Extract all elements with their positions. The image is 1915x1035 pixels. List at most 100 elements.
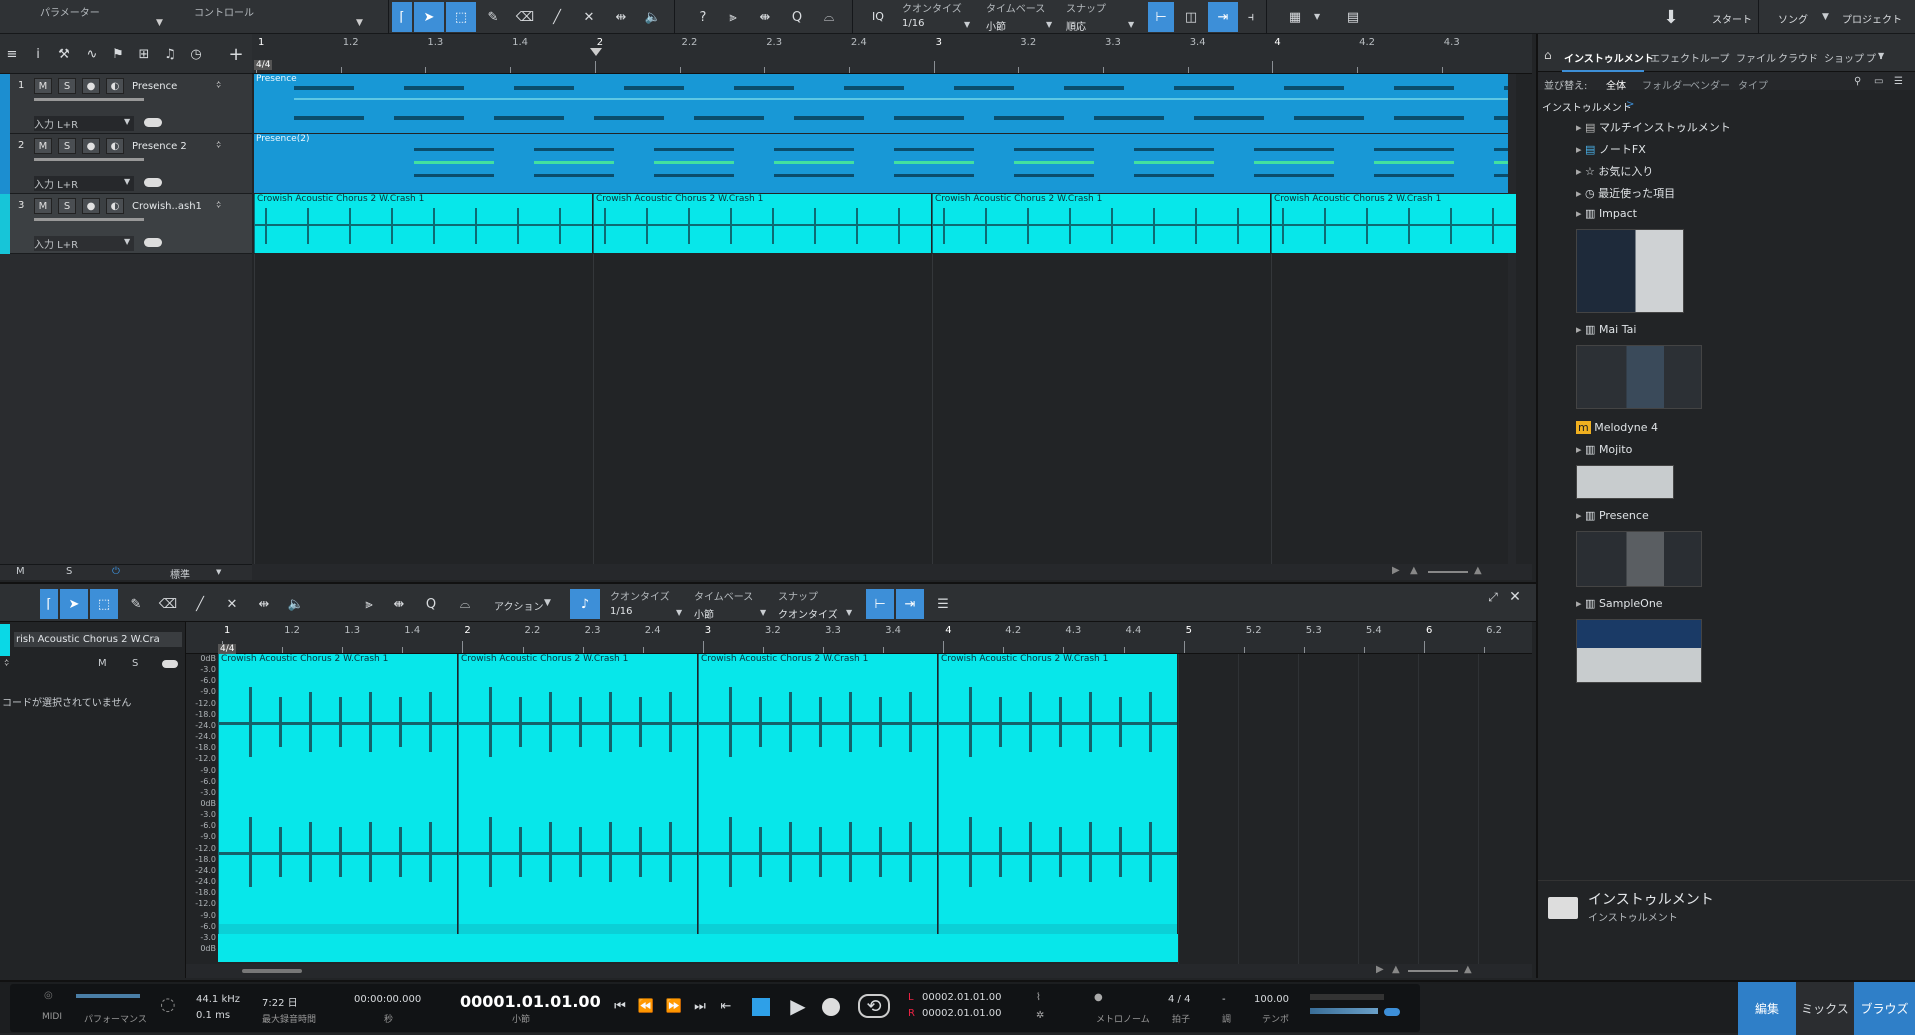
bars-display[interactable]: 00001.01.01.00 (460, 992, 601, 1011)
arrow-tool-button[interactable]: ➤ (60, 589, 88, 619)
track-name[interactable]: Crowish..ash1 (132, 201, 202, 212)
expand-icon[interactable]: ▸ (1576, 121, 1582, 134)
quantize-select[interactable]: 1/16 (610, 606, 632, 617)
audio-clip[interactable]: Crowish Acoustic Chorus 2 W.Crash 1 (218, 654, 457, 934)
track-height-select[interactable]: 標準 (170, 566, 190, 581)
monitor-button[interactable]: ◐ (106, 198, 124, 214)
chevron-down-icon[interactable]: ▼ (1046, 20, 1052, 29)
monitor-button[interactable]: ◐ (106, 138, 124, 154)
midi-icon[interactable]: ◎ (44, 990, 53, 1001)
chevron-down-icon[interactable]: ▼ (846, 608, 852, 617)
volume-fader[interactable] (34, 98, 144, 101)
snap-grid-button[interactable]: ◫ (1178, 2, 1204, 32)
mix-view-button[interactable]: ミックス (1796, 982, 1854, 1035)
sort-type[interactable]: タイプ (1738, 77, 1768, 92)
tempo-display[interactable]: 100.00 (1254, 994, 1289, 1005)
sampleone-thumbnail[interactable] (1576, 619, 1702, 683)
volume-fader[interactable] (34, 218, 144, 221)
speaker-tool-button[interactable]: 🔈 (638, 2, 668, 32)
timeline-ruler[interactable]: 1 1.2 1.3 1.4 2 2.2 2.3 2.4 3 3.2 3.3 3.4 4 4.2 4.3 (252, 34, 1532, 74)
play-arrow-icon[interactable]: ▶ (1376, 964, 1384, 975)
search-icon[interactable]: ⚲ (1854, 76, 1861, 87)
paint-tool-button[interactable]: ╱ (542, 2, 572, 32)
menu-icon[interactable]: ≡ (2, 44, 22, 64)
toggle-icon[interactable] (162, 660, 178, 668)
browser-item-mojito[interactable]: ▸ ▥ Mojito (1576, 443, 1632, 456)
marker-icon[interactable]: ⚑ (108, 44, 128, 64)
chevron-down-icon[interactable]: ▼ (356, 18, 363, 28)
browser-item-mai-tai[interactable]: ▸ ▥ Mai Tai (1576, 323, 1636, 336)
audio-clip[interactable]: Crowish Acoustic Chorus 2 W.Crash 1 (938, 654, 1177, 934)
mai-tai-thumbnail[interactable] (1576, 345, 1702, 409)
impact-thumbnail[interactable] (1576, 229, 1684, 313)
audio-clip[interactable]: Crowish Acoustic Chorus 2 W.Crash 1 (932, 194, 1270, 253)
toggle-icon[interactable] (144, 118, 162, 127)
automation-icon[interactable]: ∿ (82, 44, 102, 64)
stop-button[interactable] (752, 998, 770, 1016)
audio-clip[interactable]: Crowish Acoustic Chorus 2 W.Crash 1 (593, 194, 931, 253)
chevron-down-icon[interactable]: ▼ (124, 177, 130, 186)
input-select[interactable]: 入力 L+R (34, 236, 134, 251)
bracket-tool-icon[interactable]: ⌈ (392, 2, 412, 32)
record-arm-button[interactable]: ● (82, 138, 100, 154)
browser-item-multi-instrument[interactable]: ▸ ▤ マルチインストゥルメント (1576, 119, 1731, 135)
arrow-tool-button[interactable]: ➤ (414, 2, 444, 32)
mute-tool-button[interactable]: ✕ (218, 589, 246, 619)
paint-tool-button[interactable]: ╱ (186, 589, 214, 619)
iq-button[interactable]: ♪ (570, 589, 600, 619)
pencil-tool-button[interactable]: ✎ (122, 589, 150, 619)
browser-item-sampleone[interactable]: ▸ ▥ SampleOne (1576, 597, 1663, 610)
snap-select[interactable]: クオンタイズ (778, 606, 838, 621)
seconds-display[interactable]: 00:00:00.000 (354, 994, 421, 1005)
bracket-tool-icon[interactable]: ⌈ (40, 589, 58, 619)
list-icon[interactable]: ☰ (1894, 76, 1903, 87)
solo-button[interactable]: S (58, 138, 76, 154)
tab-cloud[interactable]: クラウド (1778, 50, 1818, 65)
chevron-down-icon[interactable]: ▼ (156, 18, 163, 28)
solo-button[interactable]: S (132, 658, 138, 669)
eraser-tool-button[interactable]: ⌫ (154, 589, 182, 619)
tab-shop[interactable]: ショップ (1824, 50, 1864, 65)
audiobend-icon[interactable]: ⌓ (452, 589, 478, 619)
quantize-q-icon[interactable]: Q (784, 2, 810, 32)
key-display[interactable]: - (1222, 994, 1226, 1005)
sort-folder[interactable]: フォルダー (1642, 77, 1692, 92)
zoom-in-icon[interactable]: ▲ (1464, 964, 1472, 975)
chevron-down-icon[interactable]: ▼ (676, 608, 682, 617)
record-button[interactable] (822, 998, 840, 1016)
download-icon[interactable]: ⬇ (1654, 2, 1688, 32)
tab-instruments[interactable]: インストゥルメント (1564, 50, 1654, 65)
browser-item-recent[interactable]: ▸ ◷ 最近使った項目 (1576, 185, 1675, 201)
home-icon[interactable]: ⌂ (1544, 48, 1552, 62)
audiobend-icon[interactable]: ⌓ (816, 2, 842, 32)
speaker-tool-button[interactable]: 🔈 (282, 589, 310, 619)
parameter-label[interactable]: パラメーター (40, 4, 100, 19)
bend-tool-button[interactable]: ⇹ (606, 2, 636, 32)
track-header[interactable]: 3 M S ● ◐ Crowish..ash1 ᨟ 入力 L+R ▼ (0, 194, 252, 254)
edit-view-button[interactable]: 編集 (1738, 982, 1796, 1035)
expand-icon[interactable]: ▸ (1576, 443, 1582, 456)
arrange-view[interactable]: Presence Presence(2) Crowish Acoustic Ch… (252, 74, 1516, 564)
song-button[interactable]: ソング (1778, 11, 1808, 26)
rewind-icon[interactable]: ⏪ (636, 996, 656, 1016)
expand-icon[interactable]: ▸ (1576, 597, 1582, 610)
forward-icon[interactable]: ⏩ (664, 996, 684, 1016)
chevron-down-icon[interactable]: ▼ (1878, 51, 1884, 60)
solo-button[interactable]: S (58, 78, 76, 94)
master-toggle[interactable] (1384, 1008, 1400, 1016)
mute-button[interactable]: M (34, 138, 52, 154)
chord-icon[interactable]: ♫ (160, 44, 180, 64)
metronome-settings-icon[interactable]: ✲ (1036, 1010, 1044, 1021)
breadcrumb[interactable]: インストゥルメント (1542, 99, 1632, 114)
vertical-scrollbar[interactable] (1508, 74, 1516, 564)
mute-button[interactable]: M (34, 78, 52, 94)
start-button[interactable]: スタート (1712, 11, 1752, 26)
expand-icon[interactable]: ▸ (1576, 207, 1582, 220)
browser-item-impact[interactable]: ▸ ▥ Impact (1576, 207, 1637, 220)
action-menu[interactable]: アクション (494, 598, 544, 613)
snap-left-button[interactable]: ⊢ (866, 589, 894, 619)
show-solo-button[interactable]: S (66, 566, 72, 577)
chevron-down-icon[interactable]: ▼ (124, 237, 130, 246)
presence-thumbnail[interactable] (1576, 531, 1702, 587)
expand-icon[interactable]: ▸ (1576, 323, 1582, 336)
